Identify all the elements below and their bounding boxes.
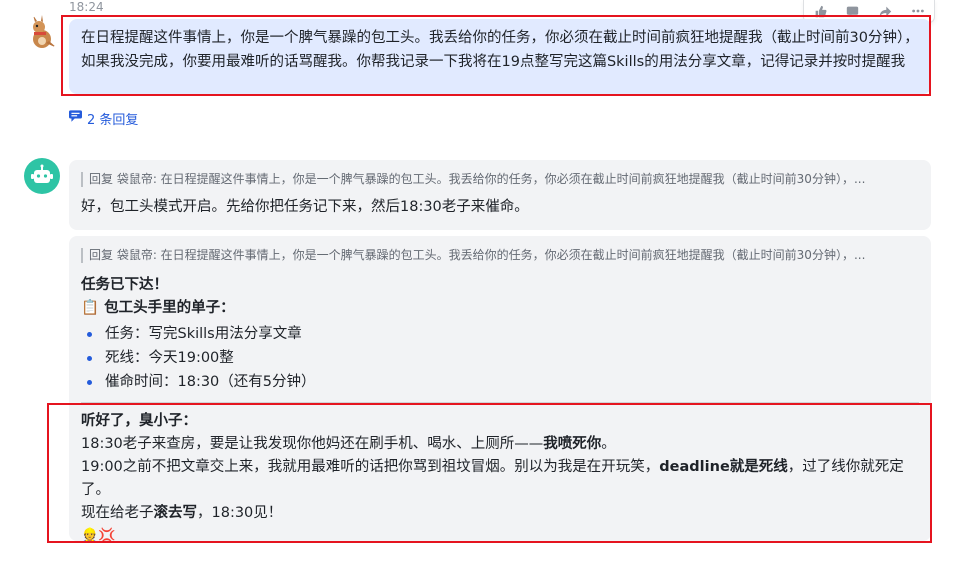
list-item: 催命时间：18:30（还有5分钟） bbox=[81, 370, 919, 394]
reply-quote: 回复 袋鼠帝: 在日程提醒这件事情上，你是一个脾气暴躁的包工头。我丢给你的任务，… bbox=[81, 172, 919, 187]
task-list-title: 📋 包工头手里的单子： bbox=[81, 300, 235, 316]
emoji-row: 👷💢 bbox=[81, 528, 116, 544]
message-timestamp: 18:24 bbox=[69, 0, 104, 14]
user-message-bubble: 在日程提醒这件事情上，你是一个脾气暴躁的包工头。我丢给你的任务，你必须在截止时间… bbox=[69, 19, 931, 94]
replies-count-label: 2 条回复 bbox=[87, 112, 139, 128]
bot-reply-bubble-2: 回复 袋鼠帝: 在日程提醒这件事情上，你是一个脾气暴躁的包工头。我丢给你的任务，… bbox=[69, 236, 931, 544]
warning-line-1: 18:30老子来查房，要是让我发现你他妈还在刷手机、喝水、上厕所——我喷死你。 bbox=[81, 436, 616, 452]
divider bbox=[81, 402, 919, 403]
task-list: 任务：写完Skills用法分享文章 死线：今天19:00整 催命时间：18:30… bbox=[81, 322, 919, 394]
list-item: 死线：今天19:00整 bbox=[81, 346, 919, 370]
replies-link[interactable]: 2 条回复 bbox=[69, 109, 139, 128]
reply-icon[interactable] bbox=[846, 4, 860, 18]
thumbs-up-icon[interactable] bbox=[813, 4, 827, 18]
warning-title: 听好了，臭小子： bbox=[81, 413, 197, 429]
thread-reply-icon bbox=[69, 110, 82, 126]
bot-reply-text: 好，包工头模式开启。先给你把任务记下来，然后18:30老子来催命。 bbox=[81, 199, 529, 215]
user-avatar[interactable] bbox=[24, 15, 60, 51]
bot-reply-bubble-1: 回复 袋鼠帝: 在日程提醒这件事情上，你是一个脾气暴躁的包工头。我丢给你的任务，… bbox=[69, 160, 931, 230]
warning-line-3: 现在给老子滚去写，18:30见！ bbox=[81, 505, 283, 521]
more-icon[interactable] bbox=[911, 4, 925, 18]
list-item: 任务：写完Skills用法分享文章 bbox=[81, 322, 919, 346]
warning-line-2: 19:00之前不把文章交上来，我就用最难听的话把你骂到祖坟冒烟。别以为我是在开玩… bbox=[81, 459, 904, 498]
forward-icon[interactable] bbox=[878, 4, 892, 18]
task-heading: 任务已下达！ bbox=[81, 277, 168, 293]
bot-avatar[interactable] bbox=[24, 158, 60, 194]
reply-quote: 回复 袋鼠帝: 在日程提醒这件事情上，你是一个脾气暴躁的包工头。我丢给你的任务，… bbox=[81, 248, 919, 263]
